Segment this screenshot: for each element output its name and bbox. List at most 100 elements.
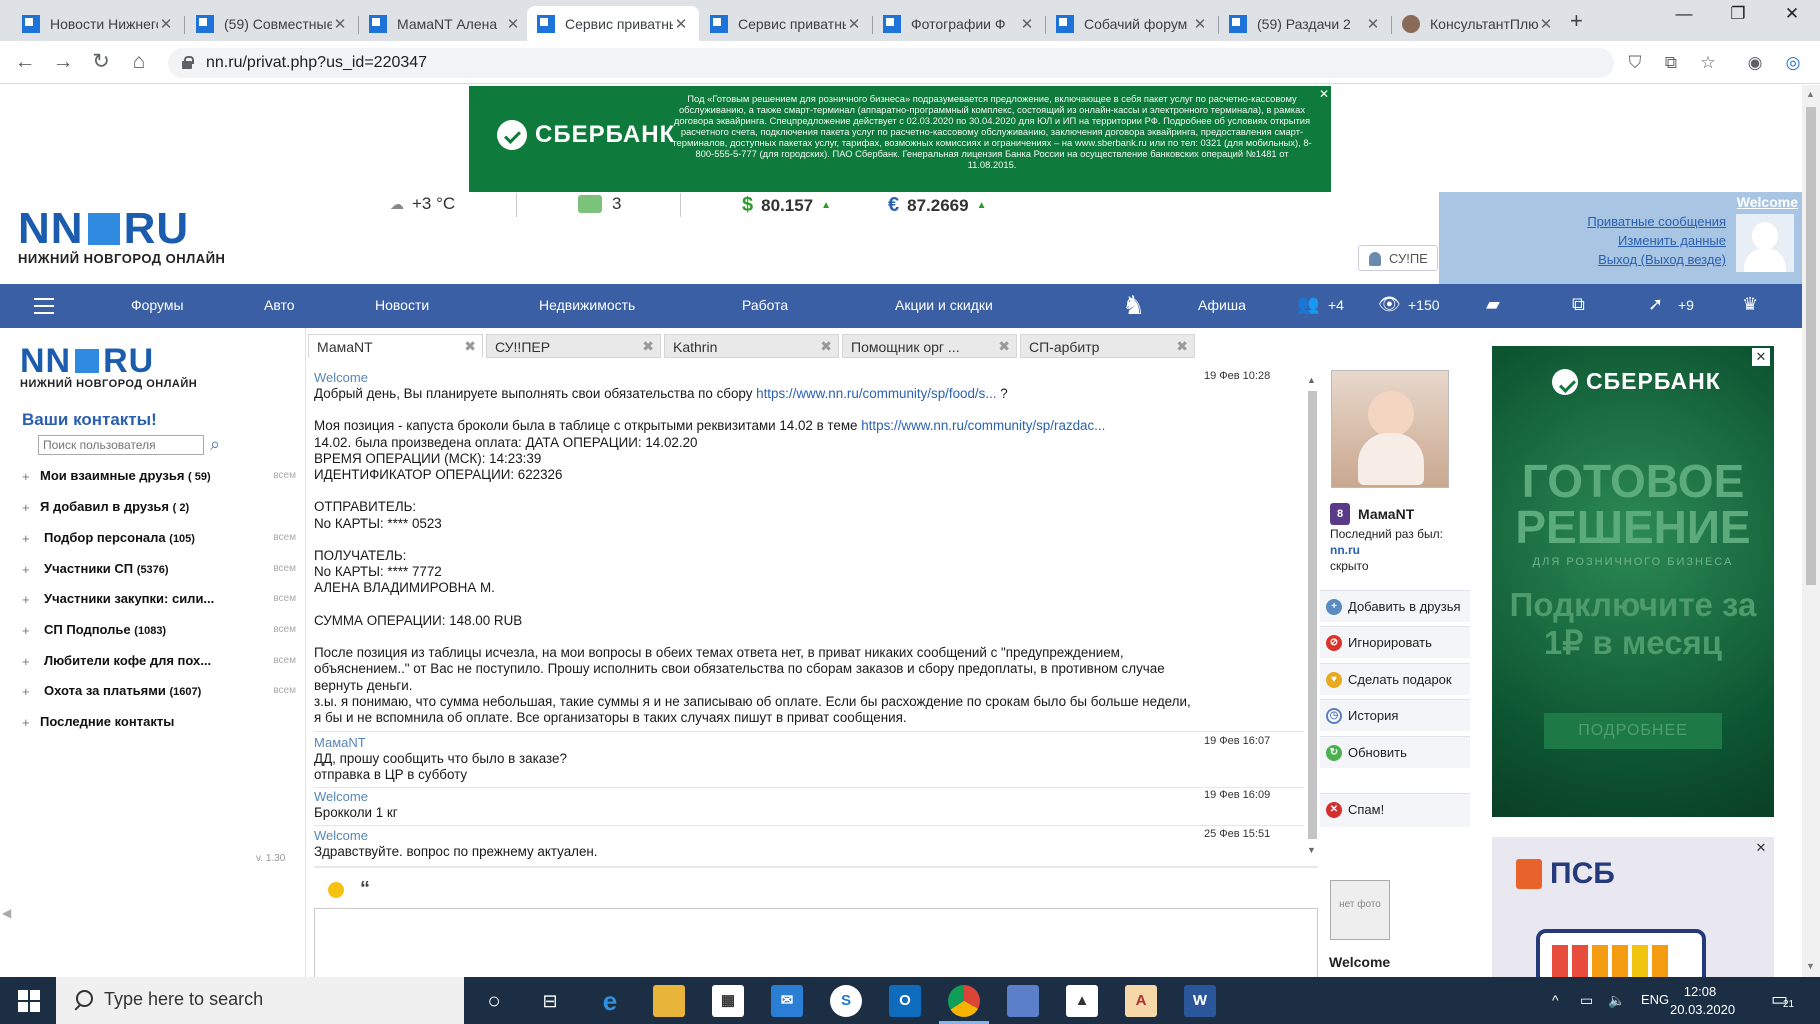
mail-icon[interactable]: ✉	[771, 985, 803, 1017]
collapse-arrow-icon[interactable]: ◀	[2, 906, 11, 920]
bookmark-star-icon[interactable]: ☆	[1697, 52, 1719, 74]
volume-icon[interactable]: 🔈	[1608, 992, 1625, 1009]
extension-icon[interactable]: ⛉	[1624, 52, 1646, 74]
send-all-link[interactable]: всем	[273, 563, 296, 574]
expand-icon[interactable]: +	[22, 592, 30, 607]
message-author[interactable]: Welcome	[314, 370, 1194, 386]
send-all-link[interactable]: всем	[273, 685, 296, 696]
profile-photo[interactable]	[1331, 370, 1449, 488]
refresh-button[interactable]: ↻ Обновить	[1320, 736, 1470, 768]
add-friend-button[interactable]: + Добавить в друзья	[1320, 590, 1470, 622]
contact-group[interactable]: + Я добавил в друзья ( 2)	[22, 499, 302, 521]
chat-scrollbar[interactable]: ▲ ▼	[1305, 375, 1319, 865]
network-icon[interactable]: ▭	[1580, 992, 1593, 1009]
send-all-link[interactable]: всем	[273, 624, 296, 635]
browser-tab[interactable]: Новости Нижнего ✕	[12, 6, 184, 41]
send-all-link[interactable]: всем	[273, 470, 296, 481]
contact-group[interactable]: + Участники СП (5376) всем	[22, 561, 302, 583]
file-explorer-icon[interactable]	[653, 985, 685, 1017]
url-bar[interactable]: nn.ru/privat.php?us_id=220347	[168, 48, 1614, 78]
close-chat-icon[interactable]: ✖	[1176, 338, 1188, 355]
contact-group[interactable]: + Последние контакты	[22, 714, 302, 736]
clock[interactable]: 12:08 20.03.2020	[1670, 983, 1735, 1019]
close-window-icon[interactable]: ✕	[1764, 4, 1820, 24]
contact-group[interactable]: + Любители кофе для пох... всем	[22, 653, 302, 675]
ad-more-button[interactable]: ПОДРОБНЕЕ	[1544, 713, 1722, 749]
spam-button[interactable]: ✕ Спам!	[1320, 793, 1470, 827]
close-tab-icon[interactable]: ✕	[505, 15, 521, 33]
expand-icon[interactable]: +	[22, 469, 30, 484]
usd-rate[interactable]: $ 80.157 ▲	[742, 194, 831, 217]
nav-afisha[interactable]: Афиша	[1198, 297, 1246, 313]
chat-tab[interactable]: Kathrin ✖	[664, 334, 839, 358]
browser-tab[interactable]: Собачий форум ✕	[1046, 6, 1218, 41]
browser-tab[interactable]: (59) Совместные ✕	[186, 6, 358, 41]
close-chat-icon[interactable]: ✖	[998, 338, 1010, 355]
lock-icon[interactable]	[182, 56, 194, 69]
close-chat-icon[interactable]: ✖	[464, 338, 476, 355]
views-count[interactable]: +150	[1408, 297, 1440, 313]
contact-group[interactable]: + Подбор персонала (105) всем	[22, 530, 302, 552]
reload-icon[interactable]: ↻	[88, 50, 114, 74]
translate-icon[interactable]: ⧉	[1660, 52, 1682, 74]
network-app-icon[interactable]	[1007, 985, 1039, 1017]
nav-promotions[interactable]: Акции и скидки	[895, 297, 993, 313]
gift-button[interactable]: ♥ Сделать подарок	[1320, 663, 1470, 695]
contact-group[interactable]: + Мои взаимные друзья ( 59) всем	[22, 468, 302, 490]
current-user-chip[interactable]: СУ!ПЕ	[1358, 245, 1438, 271]
page-scroll-thumb[interactable]	[1806, 107, 1816, 585]
nav-auto[interactable]: Авто	[264, 297, 295, 313]
expand-icon[interactable]: +	[22, 715, 30, 730]
message-author[interactable]: Welcome	[314, 828, 1194, 844]
psb-side-ad[interactable]: ПСБ ✕	[1492, 837, 1774, 977]
close-chat-icon[interactable]: ✖	[642, 338, 654, 355]
close-tab-icon[interactable]: ✕	[1192, 15, 1208, 33]
chat-tab[interactable]: СУ!!ПЕР ✖	[486, 334, 661, 358]
task-view-icon[interactable]: ⊟	[534, 985, 566, 1017]
windows-start-icon[interactable]	[18, 990, 40, 1012]
close-icon[interactable]: ✕	[1752, 348, 1770, 366]
nav-news[interactable]: Новости	[375, 297, 429, 313]
message-link[interactable]: https://www.nn.ru/community/sp/food/s...	[756, 386, 996, 401]
chat-icon[interactable]: ▰	[1486, 294, 1500, 315]
browser-tab-active[interactable]: Сервис приватных✕	[527, 6, 699, 41]
nav-jobs[interactable]: Работа	[742, 297, 788, 313]
page-scrollbar[interactable]: ▲ ▼	[1802, 85, 1820, 977]
history-button[interactable]: ◷ История	[1320, 699, 1470, 731]
site-logo[interactable]: NN RU НИЖНИЙ НОВГОРОД ОНЛАЙН	[18, 207, 225, 267]
sberbank-side-ad[interactable]: СБЕРБАНК ГОТОВОЕ РЕШЕНИЕ ДЛЯ РОЗНИЧНОГО …	[1492, 346, 1774, 817]
message-author[interactable]: МамаNT	[314, 735, 1194, 751]
close-tab-icon[interactable]: ✕	[158, 15, 174, 33]
browser-tab[interactable]: Фотографии Ф ✕	[873, 6, 1045, 41]
store-icon[interactable]: ▦	[712, 985, 744, 1017]
traffic-widget[interactable]: 3	[578, 194, 621, 214]
expand-icon[interactable]: +	[22, 500, 30, 515]
rating-arrow-icon[interactable]: ➚	[1648, 294, 1663, 315]
menu-icon[interactable]	[34, 298, 54, 314]
edit-profile-link[interactable]: Изменить данные	[1587, 231, 1726, 250]
message-link[interactable]: https://www.nn.ru/community/sp/razdac...	[861, 418, 1105, 433]
message-author[interactable]: Welcome	[314, 789, 1194, 805]
user-search-input[interactable]	[38, 435, 204, 455]
friends-count[interactable]: +4	[1328, 297, 1344, 313]
cortana-icon[interactable]: ○	[478, 985, 510, 1017]
skype-icon[interactable]: S	[830, 985, 862, 1017]
restore-icon[interactable]: ❐	[1710, 4, 1766, 24]
browser-tab[interactable]: МамаNT Алена ✕	[359, 6, 531, 41]
tray-expand-icon[interactable]: ^	[1552, 992, 1559, 1008]
close-chat-icon[interactable]: ✖	[820, 338, 832, 355]
new-tab-button[interactable]: +	[1570, 8, 1583, 34]
assistant-icon[interactable]: ◎	[1782, 52, 1804, 74]
close-tab-icon[interactable]: ✕	[1538, 15, 1554, 33]
eye-icon[interactable]: 👁	[1378, 294, 1401, 315]
ignore-button[interactable]: ⊘ Игнорировать	[1320, 626, 1470, 658]
chat-scroll-thumb[interactable]	[1308, 391, 1317, 839]
contact-group[interactable]: + СП Подполье (1083) всем	[22, 622, 302, 644]
nav-forums[interactable]: Форумы	[131, 297, 184, 313]
close-tab-icon[interactable]: ✕	[332, 15, 348, 33]
chat-tab[interactable]: Помощник орг ... ✖	[842, 334, 1017, 358]
forward-icon[interactable]: →	[50, 50, 76, 74]
close-icon[interactable]: ✕	[1319, 87, 1329, 101]
contact-group[interactable]: + Участники закупки: сили... всем	[22, 591, 302, 613]
language-indicator[interactable]: ENG	[1641, 992, 1669, 1007]
